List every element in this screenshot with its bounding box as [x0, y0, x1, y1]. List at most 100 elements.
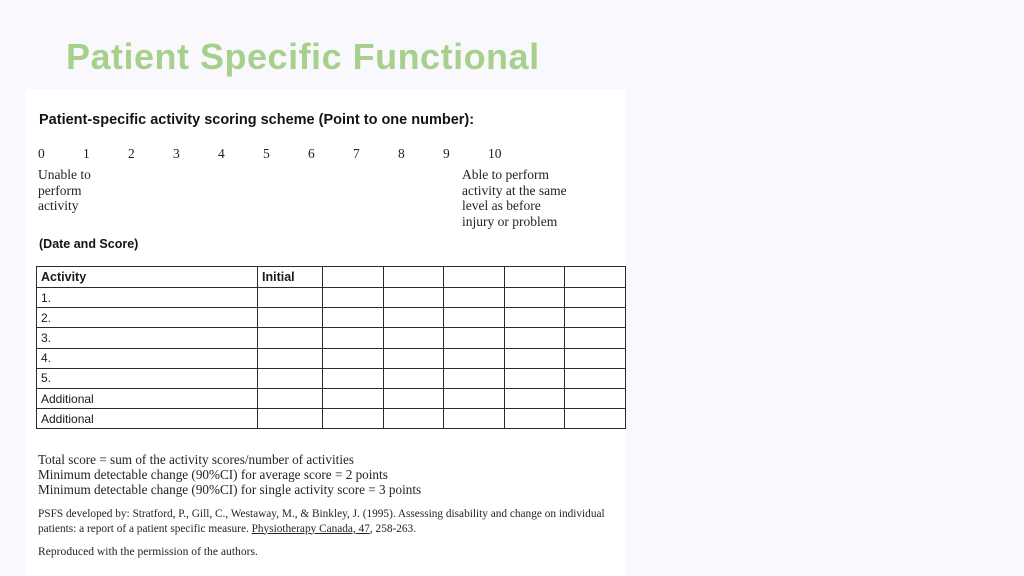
score-entry-cell[interactable]: [257, 286, 323, 309]
activity-label-cell: 2.: [36, 307, 258, 329]
score-entry-cell[interactable]: [382, 307, 445, 329]
score-entry-cell[interactable]: [443, 408, 505, 430]
scale-number-8[interactable]: 8: [398, 146, 405, 162]
activity-label-cell: 1.: [36, 286, 258, 309]
score-entry-cell[interactable]: [503, 327, 566, 349]
score-entry-cell[interactable]: [257, 347, 323, 369]
score-entry-cell[interactable]: [322, 327, 384, 349]
score-entry-cell[interactable]: [443, 387, 505, 410]
score-entry-cell[interactable]: [322, 387, 384, 410]
score-entry-cell[interactable]: [443, 307, 505, 329]
scale-number-1[interactable]: 1: [83, 146, 90, 162]
table-row: Additional: [36, 408, 626, 430]
table-row: Additional: [36, 387, 626, 410]
score-entry-cell[interactable]: [322, 307, 384, 329]
column-header-initial: Initial: [257, 266, 323, 288]
rating-scale: 0 1 2 3 4 5 6 7 8 9 10: [38, 146, 502, 164]
scheme-heading: Patient-specific activity scoring scheme…: [39, 112, 475, 128]
table-row: 1.: [36, 286, 626, 309]
table-header-row: Activity Initial: [36, 266, 626, 288]
column-header-blank: [322, 266, 384, 288]
document-content: Patient-specific activity scoring scheme…: [25, 89, 626, 576]
score-entry-cell[interactable]: [382, 408, 445, 430]
anchor-line: level as before: [462, 198, 541, 214]
column-header-blank: [503, 266, 566, 288]
score-entry-cell[interactable]: [382, 347, 445, 369]
scale-number-4[interactable]: 4: [218, 146, 225, 162]
activity-scoring-table: Activity Initial 1. 2. 3. 4. 5. Additional Addit…: [36, 266, 626, 430]
anchor-line: Able to perform: [462, 167, 549, 182]
scale-number-10[interactable]: 10: [488, 146, 502, 162]
scale-number-7[interactable]: 7: [353, 146, 360, 162]
score-entry-cell[interactable]: [503, 347, 566, 369]
scale-number-5[interactable]: 5: [263, 146, 270, 162]
score-entry-cell[interactable]: [382, 286, 445, 309]
score-entry-cell[interactable]: [322, 408, 384, 430]
activity-label-cell: 4.: [36, 347, 258, 369]
table-row: 3.: [36, 327, 626, 349]
score-entry-cell[interactable]: [443, 286, 505, 309]
column-header-blank: [443, 266, 505, 288]
table-row: 5.: [36, 367, 626, 389]
score-entry-cell[interactable]: [443, 347, 505, 369]
column-header-blank: [382, 266, 445, 288]
citation-journal: Physiotherapy Canada, 47: [251, 522, 370, 535]
scoring-note-line: Minimum detectable change (90%CI) for av…: [38, 467, 388, 483]
score-entry-cell[interactable]: [564, 327, 626, 349]
activity-table-body: Activity Initial 1. 2. 3. 4. 5. Additional Addit…: [36, 266, 626, 430]
scoring-notes: Total score = sum of the activity scores…: [38, 452, 598, 498]
score-entry-cell[interactable]: [564, 307, 626, 329]
table-row: 2.: [36, 307, 626, 329]
score-entry-cell[interactable]: [503, 307, 566, 329]
score-entry-cell[interactable]: [564, 367, 626, 389]
document-panel: Patient-specific activity scoring scheme…: [25, 89, 626, 576]
scoring-note-line: Minimum detectable change (90%CI) for si…: [38, 482, 422, 498]
scale-anchor-high: Able to perform activity at the same level…: [462, 167, 622, 229]
column-header-blank: [564, 266, 626, 288]
scale-number-3[interactable]: 3: [173, 146, 180, 162]
score-entry-cell[interactable]: [503, 367, 566, 389]
activity-label-cell: Additional: [36, 387, 258, 410]
score-entry-cell[interactable]: [443, 327, 505, 349]
score-entry-cell[interactable]: [564, 286, 626, 309]
citation-text-end: , 258-263.: [369, 522, 417, 535]
page-title: Patient Specific Functional: [66, 36, 540, 77]
score-entry-cell[interactable]: [503, 286, 566, 309]
score-entry-cell[interactable]: [443, 367, 505, 389]
permission-note: Reproduced with the permission of the au…: [38, 545, 258, 558]
score-entry-cell[interactable]: [257, 327, 323, 349]
scale-number-2[interactable]: 2: [128, 146, 135, 162]
score-entry-cell[interactable]: [503, 387, 566, 410]
activity-label-cell: 5.: [36, 367, 258, 389]
score-entry-cell[interactable]: [257, 307, 323, 329]
score-entry-cell[interactable]: [564, 408, 626, 430]
score-entry-cell[interactable]: [322, 367, 384, 389]
score-entry-cell[interactable]: [257, 367, 323, 389]
score-entry-cell[interactable]: [257, 408, 323, 430]
table-row: 4.: [36, 347, 626, 369]
scale-number-9[interactable]: 9: [443, 146, 450, 162]
anchor-line: activity at the same: [462, 182, 567, 198]
column-header-activity: Activity: [36, 266, 258, 288]
anchor-line: injury or problem: [462, 213, 558, 229]
score-entry-cell[interactable]: [322, 286, 384, 309]
score-entry-cell[interactable]: [564, 347, 626, 369]
activity-label-cell: Additional: [36, 408, 258, 430]
score-entry-cell[interactable]: [382, 367, 445, 389]
score-entry-cell[interactable]: [382, 327, 445, 349]
scoring-note-line: Total score = sum of the activity scores…: [38, 452, 354, 467]
citation: PSFS developed by: Stratford, P., Gill, …: [38, 507, 623, 536]
anchor-line: Unable to: [38, 167, 91, 182]
score-entry-cell[interactable]: [322, 347, 384, 369]
date-and-score-label: (Date and Score): [39, 237, 139, 251]
scale-anchor-low: Unable to perform activity: [38, 167, 168, 214]
score-entry-cell[interactable]: [564, 387, 626, 410]
activity-label-cell: 3.: [36, 327, 258, 349]
score-entry-cell[interactable]: [257, 387, 323, 410]
score-entry-cell[interactable]: [503, 408, 566, 430]
score-entry-cell[interactable]: [382, 387, 445, 410]
scale-number-6[interactable]: 6: [308, 146, 315, 162]
anchor-line: perform: [38, 182, 82, 198]
anchor-line: activity: [38, 198, 79, 214]
scale-number-0[interactable]: 0: [38, 146, 45, 162]
